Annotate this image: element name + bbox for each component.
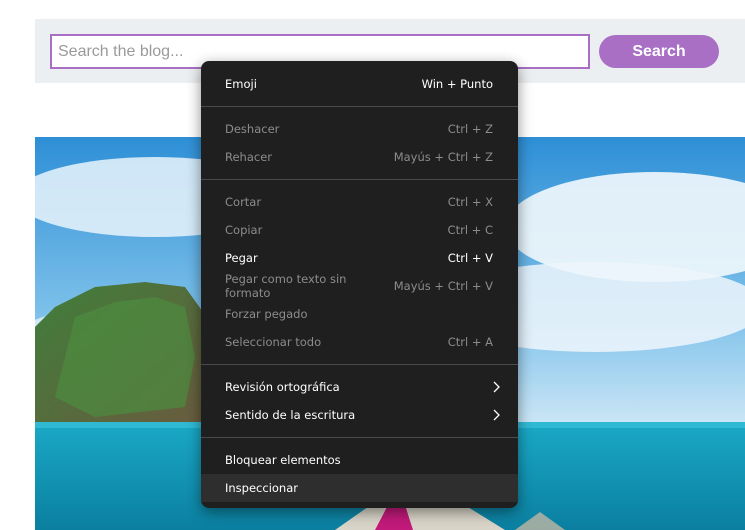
menu-separator [201,364,518,365]
menu-item-label: Emoji [225,77,257,91]
chevron-right-icon [493,409,500,421]
menu-item-label: Pegar [225,251,258,265]
menu-item-spellcheck[interactable]: Revisión ortográfica [201,373,518,401]
menu-item-redo: Rehacer Mayús + Ctrl + Z [201,143,518,171]
menu-item-block-elements[interactable]: Bloquear elementos [201,446,518,474]
menu-item-label: Revisión ortográfica [225,380,340,394]
menu-item-label: Copiar [225,223,263,237]
menu-item-label: Deshacer [225,122,280,136]
menu-item-paste-plain: Pegar como texto sin formato Mayús + Ctr… [201,272,518,300]
search-button[interactable]: Search [599,35,719,68]
menu-item-inspect[interactable]: Inspeccionar [201,474,518,502]
menu-item-cut: Cortar Ctrl + X [201,188,518,216]
menu-item-label: Cortar [225,195,262,209]
page: Search the blog... Search Emoji Win + Pu… [0,0,745,530]
menu-separator [201,437,518,438]
menu-separator [201,179,518,180]
menu-item-force-paste: Forzar pegado [201,300,518,328]
menu-item-shortcut: Mayús + Ctrl + V [393,279,493,293]
menu-item-label: Inspeccionar [225,481,298,495]
menu-item-paste[interactable]: Pegar Ctrl + V [201,244,518,272]
chevron-right-icon [493,381,500,393]
menu-item-label: Bloquear elementos [225,453,341,467]
context-menu: Emoji Win + Punto Deshacer Ctrl + Z Reha… [201,61,518,508]
menu-item-shortcut: Ctrl + A [447,335,493,349]
menu-item-shortcut: Mayús + Ctrl + Z [393,150,493,164]
menu-item-label: Seleccionar todo [225,335,322,349]
menu-item-shortcut: Ctrl + Z [447,122,493,136]
menu-separator [201,106,518,107]
menu-item-shortcut: Win + Punto [421,77,493,91]
menu-item-label: Rehacer [225,150,273,164]
menu-item-copy: Copiar Ctrl + C [201,216,518,244]
menu-item-label: Forzar pegado [225,307,308,321]
menu-item-select-all: Seleccionar todo Ctrl + A [201,328,518,356]
menu-item-writing-direction[interactable]: Sentido de la escritura [201,401,518,429]
menu-item-undo: Deshacer Ctrl + Z [201,115,518,143]
menu-item-label: Sentido de la escritura [225,408,356,422]
menu-item-emoji[interactable]: Emoji Win + Punto [201,70,518,98]
menu-item-shortcut: Ctrl + V [447,251,493,265]
menu-item-shortcut: Ctrl + C [447,223,493,237]
menu-item-shortcut: Ctrl + X [447,195,493,209]
menu-item-label: Pegar como texto sin formato [225,272,347,300]
